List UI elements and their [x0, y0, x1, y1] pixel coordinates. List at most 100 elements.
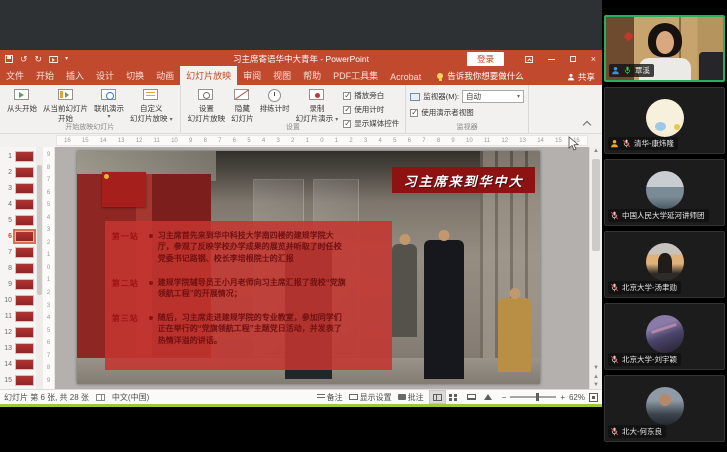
reading-view-button[interactable] — [464, 391, 479, 403]
slide-thumbnail[interactable]: 9 — [0, 276, 36, 292]
ribbon-tab[interactable]: 审阅 — [237, 66, 267, 85]
restore-icon[interactable] — [570, 56, 576, 62]
slide-thumbnail[interactable]: 13 — [0, 340, 36, 356]
scroll-down-icon[interactable]: ▼ — [590, 365, 602, 371]
from-current-slide-button[interactable]: 从当前幻灯片 开始 — [40, 87, 91, 125]
undo-icon[interactable]: ↺ — [20, 55, 28, 64]
monitor-label: 监视器(M): — [423, 91, 459, 102]
display-settings-icon — [349, 394, 358, 400]
button-label: 从头开始 — [7, 104, 37, 114]
participant-tile[interactable]: 中国人民大学延河讲师团 — [604, 159, 725, 226]
slide-number-status[interactable]: 幻灯片 第 6 张, 共 28 张 — [4, 392, 89, 403]
ribbon-display-options-icon[interactable] — [525, 56, 533, 63]
language-status[interactable]: 中文(中国) — [112, 392, 149, 403]
close-icon[interactable]: × — [591, 55, 596, 64]
ribbon-tab[interactable]: 动画 — [150, 66, 180, 85]
monitor-dropdown[interactable]: 自动 ▾ — [462, 90, 524, 103]
participant-name: 北京大学-汤聿勋 — [622, 282, 677, 293]
ribbon-tab[interactable]: 文件 — [0, 66, 30, 85]
participant-tile[interactable]: 北京大学-汤聿勋 — [604, 231, 725, 298]
slide-thumbnail[interactable]: 14 — [0, 356, 36, 372]
canvas-scrollbar[interactable]: ▲ ▼ ▲ ▼ — [589, 147, 602, 389]
participant-name-chip: 覃溪 — [609, 64, 654, 77]
display-settings-button[interactable]: 显示设置 — [349, 392, 392, 403]
ruler-number: 5 — [393, 138, 396, 144]
share-button[interactable]: 共享 — [567, 71, 595, 83]
slide-thumbnail[interactable]: 7 — [0, 244, 36, 260]
participant-tile[interactable]: 清华-康炜隆 — [604, 87, 725, 154]
participant-tile[interactable]: 北大-何东良 — [604, 375, 725, 442]
collapse-ribbon-icon[interactable] — [583, 121, 591, 129]
redo-icon[interactable]: ↻ — [35, 55, 43, 64]
slide-sorter-view-button[interactable] — [447, 391, 462, 403]
participant-name-chip: 北大-何东良 — [608, 425, 666, 438]
sign-in-button[interactable]: 登录 — [467, 52, 504, 66]
window-title: 习主席寄语华中大青年 - PowerPoint — [233, 53, 369, 65]
station-row: 第三站 随后，习主席走进建规学院的专业教室，参加同学们正在举行的“党旗领航工程”… — [112, 312, 347, 347]
participant-tile-active-speaker[interactable]: 覃溪 — [604, 15, 725, 82]
slide-thumbnail[interactable]: 8 — [0, 260, 36, 276]
ribbon-tab[interactable]: 幻灯片放映 — [180, 66, 237, 85]
ribbon-tab[interactable]: 视图 — [267, 66, 297, 85]
slide-thumbnail[interactable]: 1 — [0, 148, 36, 164]
slide-thumbnail[interactable]: 3 — [0, 180, 36, 196]
setup-slideshow-button[interactable]: 设置 幻灯片放映 — [185, 87, 229, 125]
save-icon[interactable] — [5, 55, 13, 63]
slide-thumbnail[interactable]: 10 — [0, 292, 36, 308]
ribbon-tab[interactable]: 插入 — [60, 66, 90, 85]
ribbon-tab[interactable]: 设计 — [90, 66, 120, 85]
present-online-button[interactable]: 联机演示 ▾ — [91, 87, 127, 123]
zoom-slider-thumb[interactable] — [536, 393, 539, 401]
slide-thumbnail[interactable]: 15 — [0, 372, 36, 388]
next-slide-icon[interactable]: ▼ — [590, 382, 602, 388]
slideshow-icon[interactable] — [49, 56, 58, 63]
slide-thumbnail[interactable]: 2 — [0, 164, 36, 180]
ruler-number: 5 — [47, 202, 50, 208]
monitor-icon — [410, 93, 420, 101]
scroll-up-icon[interactable]: ▲ — [590, 148, 602, 154]
scrollbar-thumb[interactable] — [592, 159, 600, 251]
ruler-number: 5 — [247, 138, 250, 144]
notes-button[interactable]: 备注 — [317, 392, 343, 403]
ribbon-checkbox[interactable]: 使用计时 — [343, 104, 399, 115]
ribbon-tab[interactable]: PDF工具集 — [327, 66, 384, 85]
from-beginning-button[interactable]: 从头开始 — [4, 87, 40, 115]
ribbon-tab[interactable]: 帮助 — [297, 66, 327, 85]
thumbnail-preview — [15, 295, 34, 306]
fit-to-window-icon[interactable] — [589, 393, 598, 402]
slide[interactable]: 习主席来到华中大 第一站 习主席首先来到华中科技大学南四楼的建规学院大厅，参观了… — [77, 151, 540, 384]
custom-slideshow-button[interactable]: 自定义 幻灯片放映 ▾ — [127, 87, 176, 126]
zoom-out-icon[interactable]: − — [502, 393, 507, 402]
zoom-percentage[interactable]: 62% — [569, 393, 585, 402]
ruler-number: 1 — [335, 138, 338, 144]
slide-thumbnail[interactable]: 5 — [0, 212, 36, 228]
spellcheck-icon[interactable] — [96, 394, 105, 401]
minimize-icon[interactable] — [548, 59, 555, 60]
record-icon — [307, 88, 327, 103]
zoom-slider[interactable] — [510, 396, 556, 398]
use-presenter-view-checkbox[interactable]: 使用演示者视图 — [410, 107, 524, 118]
slide-thumbnail[interactable]: 12 — [0, 324, 36, 340]
zoom-in-icon[interactable]: + — [560, 393, 565, 402]
record-slideshow-button[interactable]: 录制 幻灯片演示 ▾ — [293, 87, 342, 126]
previous-slide-icon[interactable]: ▲ — [590, 374, 602, 380]
ribbon-tab[interactable]: 开始 — [30, 66, 60, 85]
comments-button[interactable]: 批注 — [398, 392, 424, 403]
bullet-icon — [149, 234, 153, 238]
ribbon-checkbox[interactable]: 播放旁白 — [343, 90, 399, 101]
qat-customize-icon[interactable]: ▾ — [65, 56, 68, 62]
tell-me-box[interactable]: 告诉我你想要做什么 — [427, 70, 524, 85]
rehearse-timings-button[interactable]: 排练计时 — [257, 87, 293, 115]
slide-thumbnail[interactable]: 11 — [0, 308, 36, 324]
slide-thumbnail[interactable]: 4 — [0, 196, 36, 212]
thumbnail-number: 11 — [3, 313, 12, 320]
slideshow-view-button[interactable] — [481, 391, 496, 403]
station-text: 建规学院辅导员王小月老师向习主席汇报了我校“党旗领航工程”的开展情况； — [158, 277, 347, 300]
hide-slide-button[interactable]: 隐藏 幻灯片 — [228, 87, 257, 125]
slide-thumbnail[interactable]: 6 — [0, 228, 36, 244]
thumbnail-scrollbar[interactable] — [36, 147, 43, 389]
normal-view-button[interactable] — [430, 391, 445, 403]
participant-tile[interactable]: 北京大学-刘宇颖 — [604, 303, 725, 370]
ribbon-tab[interactable]: Acrobat — [384, 69, 427, 85]
ribbon-tab[interactable]: 切换 — [120, 66, 150, 85]
